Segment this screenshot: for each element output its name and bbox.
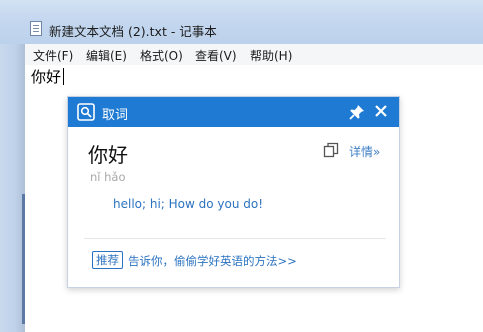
menu-view[interactable]: 查看(V) (195, 47, 237, 64)
dictionary-logo-icon (77, 103, 95, 121)
english-meanings: hello; hi; How do you do! (113, 197, 264, 211)
copy-icon[interactable] (323, 142, 339, 158)
pinyin: nǐ hǎo (90, 170, 126, 184)
menu-file[interactable]: 文件(F) (33, 47, 73, 64)
divider (84, 238, 386, 239)
notepad-icon (30, 21, 42, 36)
menu-bar: 文件(F) 编辑(E) 格式(O) 查看(V) 帮助(H) (25, 44, 483, 66)
headword: 你好 (88, 143, 128, 167)
title-bar[interactable]: 新建文本文档 (2).txt - 记事本 (0, 0, 483, 44)
window-frame-left (0, 44, 25, 332)
details-link[interactable]: 详情» (349, 143, 380, 160)
recommend-link[interactable]: 告诉你，偷偷学好英语的方法>> (128, 253, 297, 269)
dictionary-header-title: 取词 (102, 108, 129, 123)
menu-edit[interactable]: 编辑(E) (86, 47, 127, 64)
close-icon[interactable] (373, 103, 389, 119)
dictionary-header[interactable]: 取词 (68, 97, 399, 127)
recommend-badge: 推荐 (92, 251, 123, 269)
menu-help[interactable]: 帮助(H) (250, 47, 292, 64)
text-caret (63, 68, 64, 85)
menu-format[interactable]: 格式(O) (140, 47, 183, 64)
editor-text: 你好 (31, 68, 62, 86)
dictionary-popup: 取词 你好 详情» nǐ hǎo hello; hi; How do you d… (67, 96, 400, 288)
window-title: 新建文本文档 (2).txt - 记事本 (49, 24, 217, 39)
pin-icon[interactable] (349, 104, 365, 120)
